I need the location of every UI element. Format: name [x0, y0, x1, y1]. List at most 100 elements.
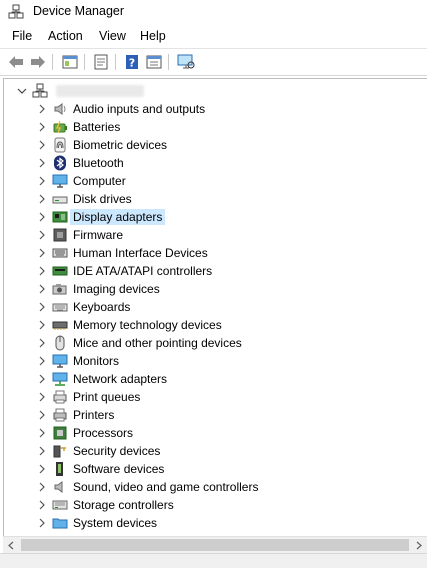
tree-item[interactable]: Mice and other pointing devices — [4, 334, 424, 352]
tree-item[interactable]: Printers — [4, 406, 424, 424]
menu-action[interactable]: Action — [48, 29, 83, 43]
chevron-right-icon[interactable] — [36, 336, 48, 350]
tree-item[interactable]: Sound, video and game controllers — [4, 478, 424, 496]
horizontal-scrollbar[interactable] — [3, 536, 427, 554]
chevron-right-icon[interactable] — [36, 444, 48, 458]
monitor-icon — [52, 354, 68, 368]
tree-item[interactable]: Computer — [4, 172, 424, 190]
chevron-right-icon[interactable] — [36, 228, 48, 242]
chevron-right-icon[interactable] — [36, 300, 48, 314]
tree-item[interactable]: Display adapters — [4, 208, 424, 226]
status-bar — [0, 553, 427, 568]
tree-item-label: Computer — [73, 174, 126, 188]
storage-controller-icon — [52, 500, 68, 510]
tree-item-label: Biometric devices — [73, 138, 168, 152]
tree-item-label: Display adapters — [70, 209, 166, 225]
tree-item-label: Software devices — [73, 462, 165, 476]
computer-root-icon — [32, 83, 48, 98]
tree-item-label: Processors — [73, 426, 134, 440]
tree-item[interactable]: Audio inputs and outputs — [4, 100, 424, 118]
scan-for-hardware-changes-button[interactable] — [177, 53, 195, 71]
tree-item-label: Audio inputs and outputs — [73, 102, 206, 116]
tree-item[interactable]: System devices — [4, 514, 424, 532]
show-hide-console-tree-button[interactable] — [61, 53, 79, 71]
chevron-right-icon[interactable] — [36, 120, 48, 134]
properties-button[interactable] — [92, 53, 110, 71]
memory-icon — [52, 321, 68, 330]
chevron-right-icon[interactable] — [36, 426, 48, 440]
menu-help[interactable]: Help — [140, 29, 166, 43]
chevron-right-icon[interactable] — [36, 498, 48, 512]
tree-item[interactable]: Keyboards — [4, 298, 424, 316]
help-button[interactable]: ? — [123, 53, 141, 71]
action-pane-button[interactable] — [145, 53, 163, 71]
tree-item[interactable]: Print queues — [4, 388, 424, 406]
chevron-right-icon[interactable] — [36, 408, 48, 422]
software-device-icon — [56, 462, 63, 476]
network-adapter-icon — [52, 372, 68, 386]
tree-item[interactable]: Disk drives — [4, 190, 424, 208]
tree-item[interactable]: Bluetooth — [4, 154, 424, 172]
computer-icon — [52, 174, 68, 188]
tree-item-label: Firmware — [73, 228, 123, 242]
fingerprint-icon — [54, 137, 66, 153]
chevron-right-icon[interactable] — [36, 264, 48, 278]
tree-item[interactable]: Processors — [4, 424, 424, 442]
tree-item-label: Imaging devices — [73, 282, 160, 296]
svg-text:?: ? — [129, 57, 135, 70]
chevron-right-icon[interactable] — [36, 318, 48, 332]
chevron-right-icon[interactable] — [36, 480, 48, 494]
tree-item[interactable]: Storage controllers — [4, 496, 424, 514]
chevron-right-icon[interactable] — [36, 372, 48, 386]
chevron-right-icon[interactable] — [36, 192, 48, 206]
tree-item[interactable]: Firmware — [4, 226, 424, 244]
tree-item[interactable]: Monitors — [4, 352, 424, 370]
chevron-down-icon[interactable] — [16, 84, 28, 98]
chevron-right-icon[interactable] — [36, 174, 48, 188]
back-button[interactable] — [7, 53, 25, 71]
chevron-right-icon[interactable] — [36, 516, 48, 530]
system-folder-icon — [52, 518, 68, 529]
tree-root-computer[interactable] — [4, 82, 424, 100]
tree-item-label: Print queues — [73, 390, 141, 404]
tree-item[interactable]: Network adapters — [4, 370, 424, 388]
chevron-right-icon[interactable] — [36, 138, 48, 152]
toolbar: ? — [0, 48, 427, 76]
chevron-right-icon[interactable] — [36, 462, 48, 476]
tree-item[interactable]: Batteries — [4, 118, 424, 136]
chevron-right-icon[interactable] — [36, 390, 48, 404]
sound-controller-icon — [54, 481, 63, 493]
device-tree[interactable]: Audio inputs and outputs Batteries Biometr… — [3, 78, 427, 537]
tree-item[interactable]: Biometric devices — [4, 136, 424, 154]
tree-item[interactable]: Security devices — [4, 442, 424, 460]
help-book-icon: ? — [126, 55, 138, 70]
chevron-right-icon[interactable] — [36, 354, 48, 368]
scroll-left-icon[interactable] — [6, 540, 18, 551]
chevron-right-icon[interactable] — [36, 156, 48, 170]
tree-item[interactable]: Software devices — [4, 460, 424, 478]
tree-item[interactable]: Memory technology devices — [4, 316, 424, 334]
security-key-icon — [53, 445, 66, 458]
chevron-right-icon[interactable] — [36, 246, 48, 260]
scrollbar-thumb[interactable] — [21, 539, 409, 551]
firmware-chip-icon — [53, 228, 67, 242]
bluetooth-icon — [54, 155, 66, 171]
forward-button[interactable] — [29, 53, 47, 71]
tree-item[interactable]: Human Interface Devices — [4, 244, 424, 262]
chevron-right-icon[interactable] — [36, 282, 48, 296]
chevron-right-icon[interactable] — [36, 210, 48, 224]
menu-view[interactable]: View — [99, 29, 126, 43]
tree-item-label: System devices — [73, 516, 158, 530]
scroll-right-icon[interactable] — [412, 540, 424, 551]
chevron-right-icon[interactable] — [36, 102, 48, 116]
tree-item-label: Printers — [73, 408, 115, 422]
toolbar-separator — [168, 54, 169, 70]
menu-file[interactable]: File — [12, 29, 32, 43]
redacted-computer-name — [56, 85, 144, 97]
device-manager-app-icon — [8, 4, 24, 19]
mouse-icon — [55, 335, 65, 351]
tree-item[interactable]: IDE ATA/ATAPI controllers — [4, 262, 424, 280]
toolbar-separator — [84, 54, 85, 70]
ide-controller-icon — [52, 266, 68, 276]
tree-item[interactable]: Imaging devices — [4, 280, 424, 298]
